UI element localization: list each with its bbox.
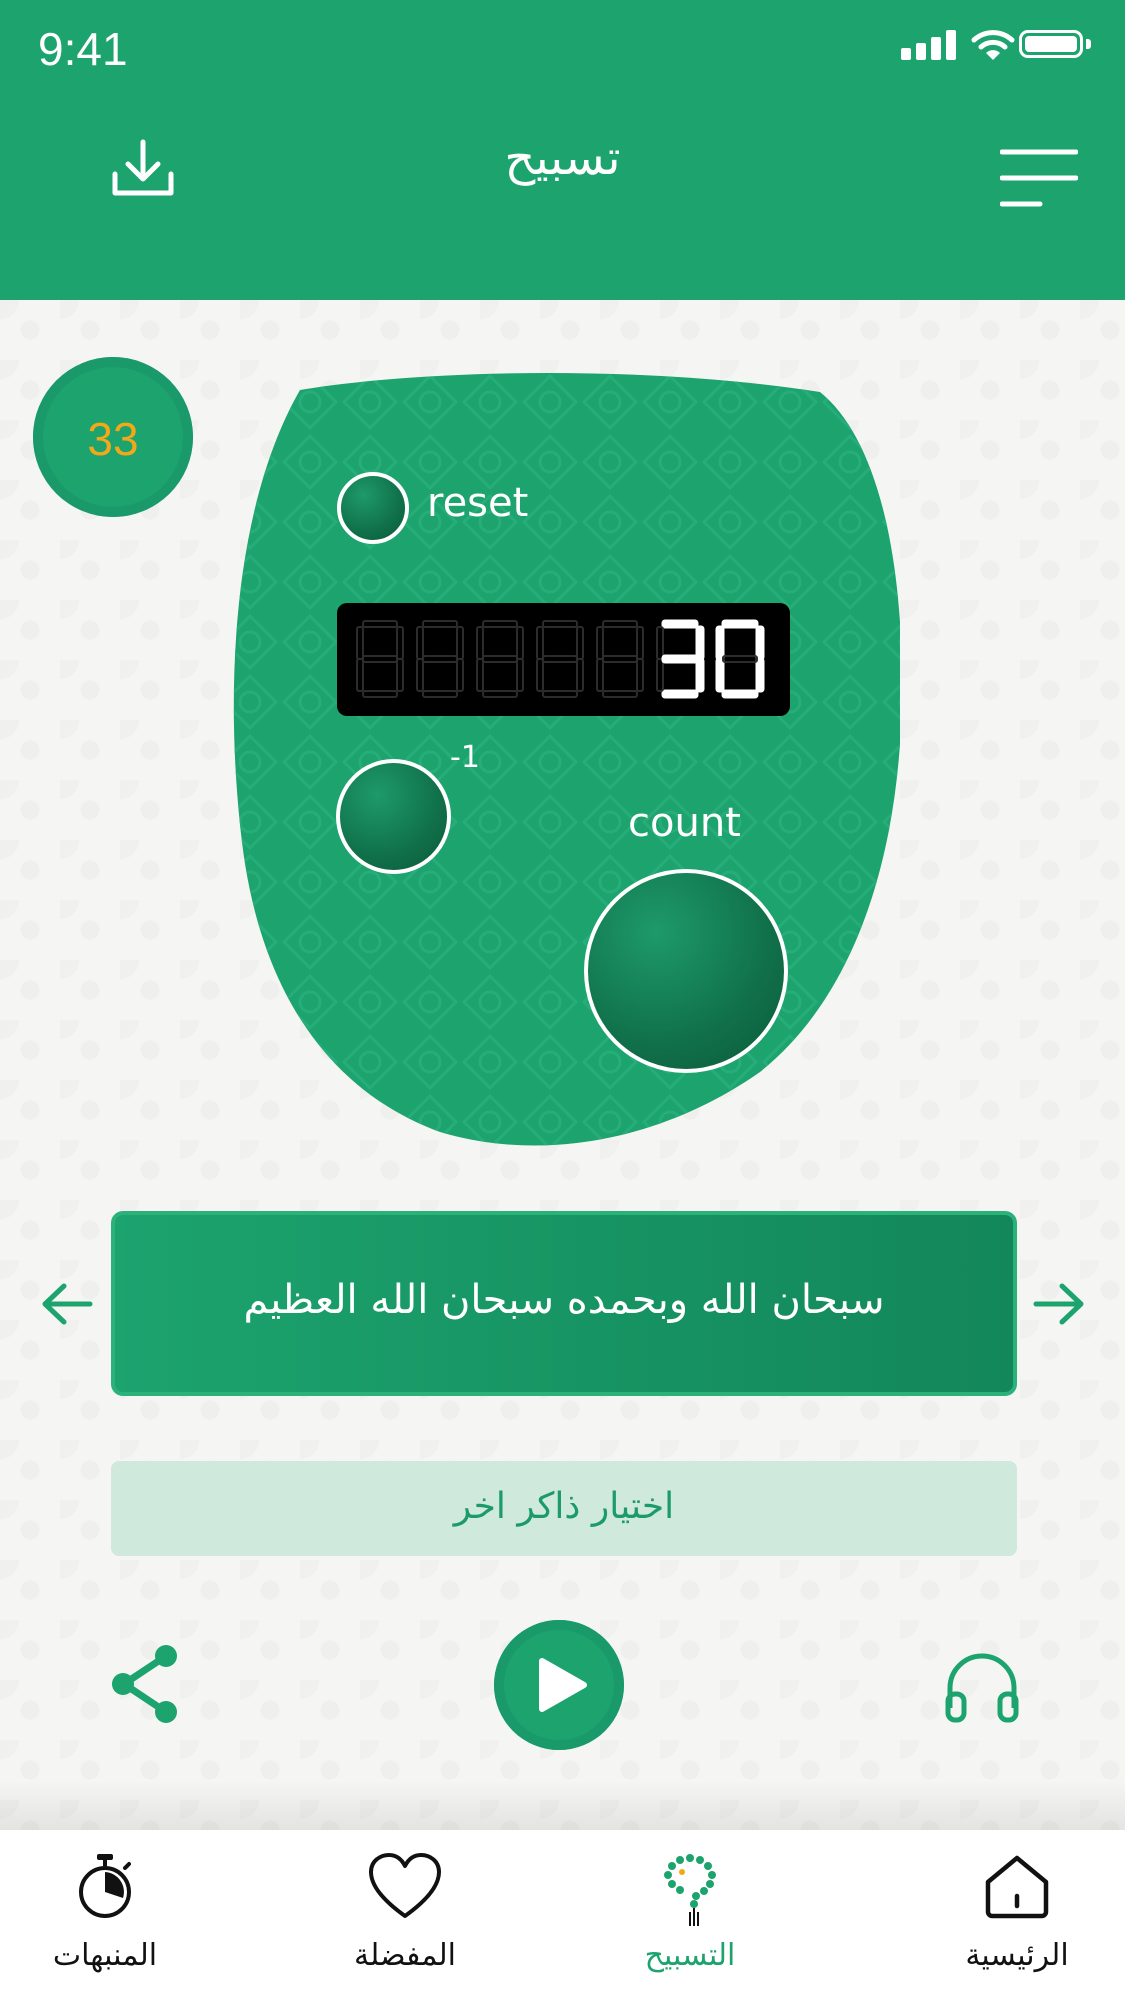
choose-another-dhikr-label: اختيار ذاكر اخر xyxy=(453,1486,675,1527)
share-icon[interactable] xyxy=(108,1644,180,1724)
battery-icon xyxy=(1019,30,1083,58)
decrement-button[interactable] xyxy=(336,759,451,874)
target-count-badge[interactable]: 33 xyxy=(33,357,193,517)
reset-label: reset xyxy=(427,480,529,526)
prayer-beads-icon xyxy=(664,1854,716,1926)
play-button[interactable] xyxy=(494,1620,624,1750)
tab-label: الرئيسية xyxy=(965,1938,1069,1973)
dhikr-card: سبحان الله وبحمده سبحان الله العظيم xyxy=(111,1211,1017,1396)
stopwatch-icon xyxy=(79,1854,131,1918)
tab-label: المفضلة xyxy=(353,1938,457,1973)
tab-label: المنبهات xyxy=(52,1938,158,1973)
heart-icon xyxy=(369,1853,441,1918)
lcd-digit xyxy=(715,619,765,699)
tasbih-counter-device xyxy=(233,372,900,1146)
count-label: count xyxy=(628,800,741,846)
tab-label: التسبيح xyxy=(644,1938,736,1973)
counter-display xyxy=(337,603,790,716)
menu-icon[interactable] xyxy=(1000,148,1078,210)
lcd-digit xyxy=(536,620,584,698)
lcd-digit xyxy=(356,620,404,698)
tab-favorites[interactable]: المفضلة xyxy=(305,1830,505,2001)
headphones-icon[interactable] xyxy=(942,1648,1022,1724)
decrement-label: -1 xyxy=(450,740,480,775)
previous-arrow-icon[interactable] xyxy=(40,1282,94,1326)
lcd-digit xyxy=(476,620,524,698)
tab-alarms[interactable]: المنبهات xyxy=(5,1830,205,2001)
status-icons xyxy=(901,26,1101,70)
bottom-tab-bar: المنبهات المفضلة التسبيح الرئيسية xyxy=(0,1830,1125,2001)
target-count-value: 33 xyxy=(87,413,139,465)
status-time: 9:41 xyxy=(38,23,128,75)
next-arrow-icon[interactable] xyxy=(1032,1282,1086,1326)
lcd-digit xyxy=(656,619,705,699)
tab-tasbih[interactable]: التسبيح xyxy=(590,1830,790,2001)
lcd-digit xyxy=(416,620,464,698)
choose-another-dhikr-button[interactable]: اختيار ذاكر اخر xyxy=(111,1461,1017,1556)
reset-button[interactable] xyxy=(337,472,409,544)
home-icon xyxy=(985,1855,1049,1919)
page-title: تسبيح xyxy=(504,130,621,186)
app-header: 9:41 تسبيح xyxy=(0,0,1125,300)
lcd-digit xyxy=(596,620,644,698)
tab-home[interactable]: الرئيسية xyxy=(917,1830,1117,2001)
count-button[interactable] xyxy=(584,869,788,1073)
play-icon xyxy=(539,1658,587,1712)
dhikr-text: سبحان الله وبحمده سبحان الله العظيم xyxy=(243,1277,885,1323)
wifi-icon xyxy=(971,30,1015,60)
